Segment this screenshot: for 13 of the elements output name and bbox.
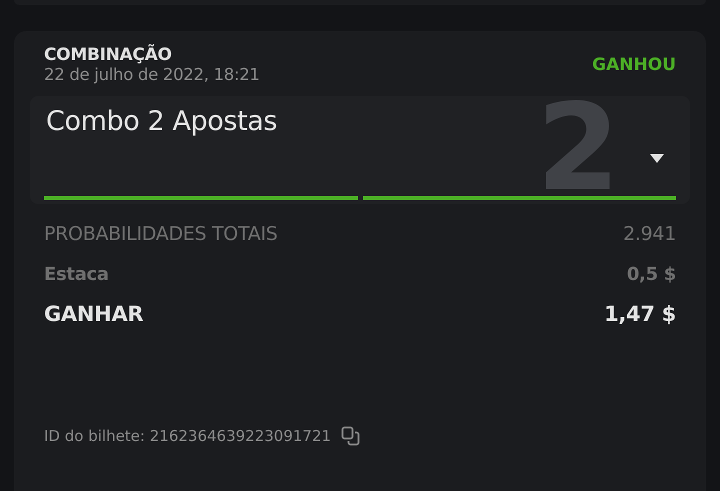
summary-label: GANHAR [44,302,144,326]
summary-value: 2.941 [623,223,676,245]
bet-type: COMBINAÇÃO [44,45,173,65]
bet-date: 22 de julho de 2022, 18:21 [44,65,260,84]
combo-title: Combo 2 Apostas [46,106,278,137]
summary-value: 1,47 $ [604,302,676,326]
copy-icon[interactable] [341,426,362,446]
caret-icon [650,154,664,163]
bet-status: GANHOU [592,54,676,74]
summary-value: 0,5 $ [626,264,676,284]
summary-label: Estaca [44,264,109,284]
summary-label: PROBABILIDADES TOTAIS [44,223,278,245]
ticket-id: ID do bilhete: 2162364639223091721 [44,427,332,445]
